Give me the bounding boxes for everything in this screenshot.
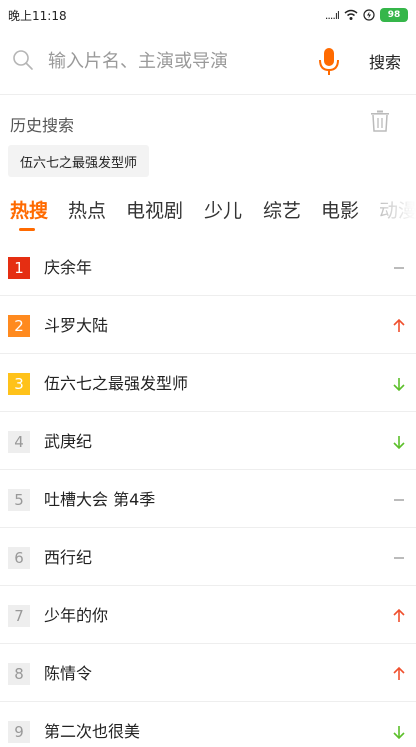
- item-title: 武庚纪: [44, 432, 93, 451]
- list-item[interactable]: 3 伍六七之最强发型师: [0, 354, 416, 412]
- active-tab-indicator: [19, 228, 35, 231]
- list-item[interactable]: 1 庆余年: [0, 238, 416, 296]
- item-title: 伍六七之最强发型师: [44, 374, 189, 393]
- tab-hot-search[interactable]: 热搜: [10, 196, 48, 226]
- trend-flat-icon: [394, 557, 404, 559]
- item-title: 第二次也很美: [44, 722, 141, 741]
- search-input[interactable]: [48, 46, 298, 76]
- trend-flat-icon: [394, 499, 404, 501]
- trend-up-icon: [393, 608, 405, 622]
- status-bar: 晚上11:18 ....ıl 98: [0, 0, 416, 30]
- list-item[interactable]: 8 陈情令: [0, 644, 416, 702]
- trend-flat-icon: [394, 267, 404, 269]
- category-tabs: 热搜 热点 电视剧 少儿 综艺 电影 动漫: [0, 196, 416, 236]
- item-title: 庆余年: [44, 258, 93, 277]
- microphone-icon[interactable]: [316, 46, 342, 78]
- rank-badge: 3: [8, 373, 30, 395]
- divider: [0, 94, 416, 95]
- list-item[interactable]: 5 吐槽大会 第4季: [0, 470, 416, 528]
- battery-indicator: 98: [380, 8, 408, 22]
- rank-badge: 8: [8, 663, 30, 685]
- rank-badge: 9: [8, 721, 30, 743]
- tab-fade: [366, 196, 416, 230]
- list-item[interactable]: 4 武庚纪: [0, 412, 416, 470]
- rank-badge: 7: [8, 605, 30, 627]
- status-time: 晚上11:18: [8, 8, 67, 23]
- history-title: 历史搜索: [10, 116, 75, 135]
- tab-movies[interactable]: 电影: [321, 196, 359, 226]
- status-icons: ....ıl 98: [325, 8, 408, 22]
- tab-variety[interactable]: 综艺: [263, 196, 301, 226]
- item-title: 吐槽大会 第4季: [44, 490, 156, 509]
- search-bar: 搜索: [0, 34, 416, 88]
- trend-up-icon: [393, 666, 405, 680]
- tab-trending[interactable]: 热点: [68, 196, 106, 226]
- history-tag[interactable]: 伍六七之最强发型师: [8, 145, 150, 177]
- list-item[interactable]: 7 少年的你: [0, 586, 416, 644]
- list-item[interactable]: 9 第二次也很美: [0, 702, 416, 747]
- rank-badge: 2: [8, 315, 30, 337]
- trend-down-icon: [393, 378, 405, 392]
- tab-tv-series[interactable]: 电视剧: [126, 196, 183, 226]
- tab-kids[interactable]: 少儿: [204, 196, 242, 226]
- list-item[interactable]: 6 西行纪: [0, 528, 416, 586]
- rank-badge: 1: [8, 257, 30, 279]
- wifi-icon: [344, 9, 358, 20]
- item-title: 陈情令: [44, 664, 93, 683]
- rank-badge: 6: [8, 547, 30, 569]
- item-title: 西行纪: [44, 548, 93, 567]
- trend-up-icon: [393, 318, 405, 332]
- item-title: 斗罗大陆: [44, 316, 109, 335]
- trend-down-icon: [393, 726, 405, 740]
- search-icon: [13, 50, 33, 70]
- rank-badge: 5: [8, 489, 30, 511]
- trash-icon[interactable]: [370, 110, 390, 132]
- search-button[interactable]: 搜索: [362, 48, 408, 74]
- charging-icon: [363, 9, 375, 21]
- item-title: 少年的你: [44, 606, 109, 625]
- signal-icon: ....ıl: [324, 8, 340, 22]
- rank-badge: 4: [8, 431, 30, 453]
- trend-down-icon: [393, 436, 405, 450]
- list-item[interactable]: 2 斗罗大陆: [0, 296, 416, 354]
